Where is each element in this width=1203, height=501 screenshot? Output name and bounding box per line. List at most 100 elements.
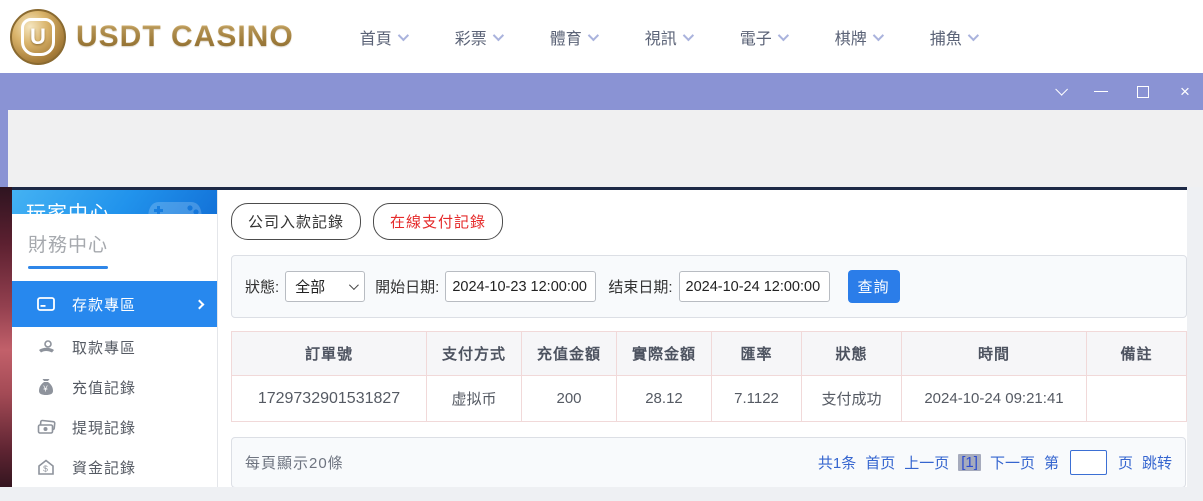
jump-button[interactable]: 跳转 bbox=[1142, 452, 1172, 473]
nav-label: 首頁 bbox=[359, 30, 392, 48]
main-nav: 首頁 彩票 體育 視訊 電子 棋牌 捕魚 bbox=[359, 25, 979, 49]
sidebar-item-label: 取款專區 bbox=[72, 339, 137, 357]
titlebar-dropdown-button[interactable] bbox=[1051, 83, 1068, 100]
start-date-label: 開始日期: bbox=[375, 279, 440, 296]
funds-record-icon: $ bbox=[36, 457, 56, 477]
cell-remark bbox=[1086, 375, 1187, 422]
sidebar-item-recharge-records[interactable]: ¥ 充值記錄 bbox=[12, 367, 217, 407]
nav-label: 捕魚 bbox=[929, 30, 962, 48]
start-date-input[interactable] bbox=[445, 271, 597, 302]
end-date-input[interactable] bbox=[678, 271, 830, 302]
nav-item-fishing[interactable]: 捕魚 bbox=[929, 25, 979, 49]
nav-label: 彩票 bbox=[454, 30, 487, 48]
nav-item-lottery[interactable]: 彩票 bbox=[454, 25, 504, 49]
page-jump-input[interactable] bbox=[1069, 450, 1107, 475]
close-button[interactable]: × bbox=[1177, 83, 1193, 100]
sidebar-item-cashout-records[interactable]: 提現記錄 bbox=[12, 407, 217, 447]
sidebar-section-label: 財務中心 bbox=[28, 235, 109, 256]
pager: 共1条 首页 上一页 [1] 下一页 第 页 跳转 bbox=[818, 450, 1172, 475]
nav-item-slots[interactable]: 電子 bbox=[739, 25, 789, 49]
nav-item-live[interactable]: 視訊 bbox=[644, 25, 694, 49]
chevron-down-icon bbox=[492, 29, 504, 41]
tab-online-payment-records[interactable]: 在線支付記錄 bbox=[373, 203, 504, 240]
logo-coin-icon: U bbox=[10, 8, 66, 65]
pagination-bar: 每頁顯示20條 共1条 首页 上一页 [1] 下一页 第 页 跳转 bbox=[231, 437, 1186, 488]
status-label: 狀態: bbox=[245, 279, 280, 296]
maximize-icon bbox=[1137, 85, 1149, 98]
col-status: 狀態 bbox=[801, 331, 902, 376]
search-button[interactable]: 查詢 bbox=[847, 270, 900, 303]
cell-exchange-rate: 7.1122 bbox=[711, 375, 802, 422]
window-titlebar: × bbox=[0, 73, 1203, 110]
cell-time: 2024-10-24 09:21:41 bbox=[901, 375, 1087, 422]
sidebar-item-funds-records[interactable]: $ 資金記錄 bbox=[12, 447, 217, 487]
deposit-card-icon bbox=[36, 294, 56, 314]
nav-label: 視訊 bbox=[644, 30, 677, 48]
withdraw-hand-icon bbox=[36, 337, 56, 357]
current-page-badge: [1] bbox=[958, 454, 981, 471]
chevron-down-icon bbox=[682, 29, 694, 41]
background-image-strip bbox=[0, 187, 12, 501]
record-tabs: 公司入款記錄 在線支付記錄 bbox=[231, 203, 1187, 240]
col-recharge-amount: 充值金額 bbox=[521, 331, 617, 376]
cell-payment-method: 虚拟币 bbox=[426, 375, 522, 422]
chevron-down-icon bbox=[397, 29, 409, 41]
nav-item-home[interactable]: 首頁 bbox=[359, 25, 409, 49]
jump-suffix-label: 页 bbox=[1117, 455, 1133, 472]
status-selected-value: 全部 bbox=[295, 279, 326, 296]
empty-band bbox=[0, 110, 1203, 187]
chevron-down-icon bbox=[1054, 83, 1068, 96]
chevron-down-icon bbox=[587, 29, 599, 41]
nav-item-sports[interactable]: 體育 bbox=[549, 25, 599, 49]
recharge-moneybag-icon: ¥ bbox=[36, 377, 56, 397]
table-row: 1729732901531827 虚拟币 200 28.12 7.1122 支付… bbox=[231, 375, 1187, 422]
status-select[interactable]: 全部 bbox=[285, 271, 366, 302]
nav-label: 體育 bbox=[549, 30, 582, 48]
site-header: U USDT CASINO 首頁 彩票 體育 視訊 電子 棋牌 捕魚 bbox=[0, 0, 1203, 73]
nav-item-cards[interactable]: 棋牌 bbox=[834, 25, 884, 49]
sidebar-item-label: 充值記錄 bbox=[72, 379, 137, 397]
left-edge-strip bbox=[0, 110, 8, 187]
minimize-button[interactable] bbox=[1093, 84, 1109, 100]
logo-u-letter: U bbox=[21, 17, 55, 56]
tab-company-deposit-records[interactable]: 公司入款記錄 bbox=[231, 203, 362, 240]
sidebar-item-withdraw[interactable]: 取款專區 bbox=[12, 327, 217, 367]
filter-bar: 狀態: 全部 開始日期: 结束日期: 查詢 bbox=[231, 255, 1187, 318]
sidebar-menu: 存款專區 取款專區 ¥ 充值記錄 提現記錄 $ 資金記錄 bbox=[12, 281, 217, 487]
first-page-link[interactable]: 首页 bbox=[865, 452, 895, 473]
sidebar-item-label: 資金記錄 bbox=[72, 459, 137, 477]
chevron-right-icon bbox=[194, 299, 205, 309]
cell-recharge-amount: 200 bbox=[521, 375, 617, 422]
chevron-down-icon bbox=[872, 29, 884, 41]
payment-records-table: 訂單號 支付方式 充值金額 實際金額 匯率 狀態 時間 備註 172973290… bbox=[231, 331, 1187, 422]
next-page-link[interactable]: 下一页 bbox=[990, 452, 1035, 473]
cell-actual-amount: 28.12 bbox=[616, 375, 712, 422]
col-actual-amount: 實際金額 bbox=[616, 331, 712, 376]
prev-page-link[interactable]: 上一页 bbox=[904, 452, 949, 473]
nav-label: 電子 bbox=[739, 30, 772, 48]
col-remark: 備註 bbox=[1086, 331, 1187, 376]
end-date-label: 结束日期: bbox=[608, 279, 673, 296]
player-center-panel: 玩家中心 PLAYERS CENTER 財務中心 存款專區 bbox=[12, 187, 1201, 488]
bottom-gray-band bbox=[0, 487, 1203, 501]
records-content: 公司入款記錄 在線支付記錄 狀態: 全部 開始日期: 结束日期: 查詢 bbox=[218, 190, 1201, 488]
maximize-button[interactable] bbox=[1135, 84, 1151, 100]
sidebar-item-label: 提現記錄 bbox=[72, 419, 137, 437]
chevron-down-icon bbox=[777, 29, 789, 41]
right-gray-band bbox=[1187, 187, 1203, 487]
sidebar-item-deposit[interactable]: 存款專區 bbox=[12, 281, 217, 327]
col-time: 時間 bbox=[901, 331, 1087, 376]
logo-text: USDT CASINO bbox=[76, 19, 294, 53]
col-payment-method: 支付方式 bbox=[426, 331, 522, 376]
site-logo[interactable]: U USDT CASINO bbox=[10, 8, 294, 65]
section-underline bbox=[28, 266, 108, 269]
page-size-text: 每頁顯示20條 bbox=[245, 455, 344, 472]
sidebar-item-label: 存款專區 bbox=[72, 296, 137, 314]
col-order-no: 訂單號 bbox=[231, 331, 427, 376]
jump-prefix-label: 第 bbox=[1043, 455, 1059, 472]
chevron-down-icon bbox=[967, 29, 979, 41]
sidebar: 玩家中心 PLAYERS CENTER 財務中心 存款專區 bbox=[12, 190, 218, 487]
cell-order-no: 1729732901531827 bbox=[231, 375, 427, 422]
minimize-icon bbox=[1094, 91, 1108, 92]
nav-label: 棋牌 bbox=[834, 30, 867, 48]
